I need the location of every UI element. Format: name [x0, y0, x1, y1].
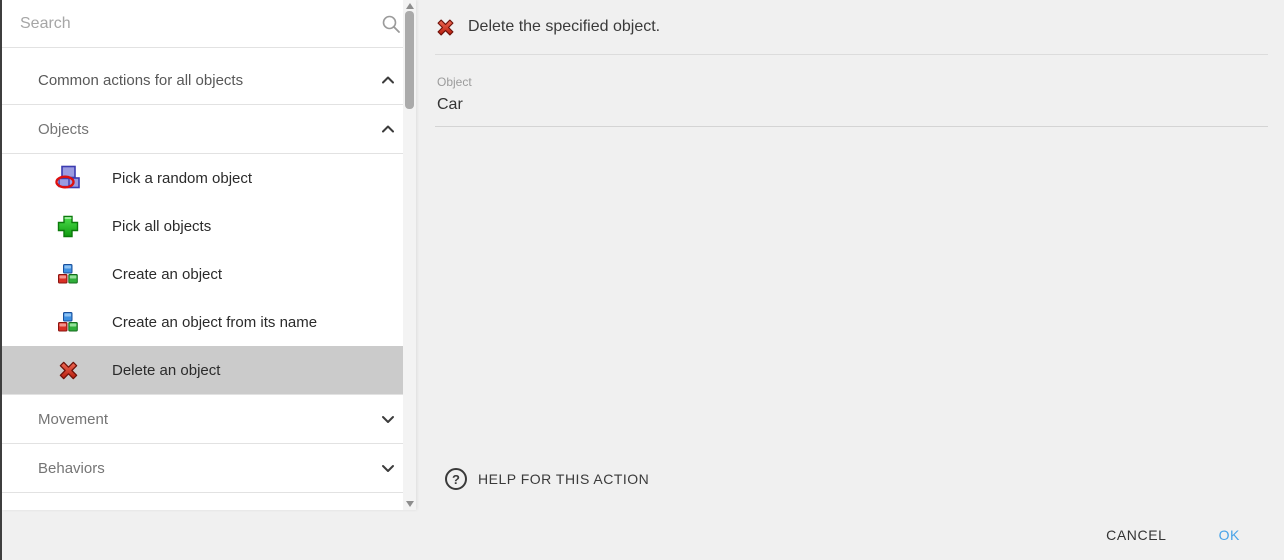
scrollbar-down-arrow-icon[interactable] — [406, 501, 414, 507]
create-object-cubes-icon — [55, 261, 81, 287]
chevron-down-icon[interactable] — [376, 505, 400, 510]
scrollbar-up-arrow-icon[interactable] — [406, 3, 414, 9]
help-button-label: HELP FOR THIS ACTION — [478, 471, 649, 487]
action-item-label: Delete an object — [112, 362, 220, 379]
create-object-cubes-icon — [55, 309, 81, 335]
action-item-delete-object[interactable]: Delete an object — [2, 346, 416, 394]
pick-random-object-icon — [55, 165, 81, 191]
section-label: Visibility — [38, 509, 376, 511]
section-label: Behaviors — [38, 460, 376, 477]
object-field-value[interactable]: Car — [435, 89, 1268, 127]
section-common-actions[interactable]: Common actions for all objects — [2, 56, 416, 104]
green-plus-icon — [55, 213, 81, 239]
delete-red-cross-icon — [55, 357, 81, 383]
chevron-down-icon[interactable] — [376, 456, 400, 480]
action-item-create-object-from-name[interactable]: Create an object from its name — [2, 298, 416, 346]
search-input[interactable] — [20, 15, 380, 33]
ok-button[interactable]: OK — [1203, 517, 1256, 553]
action-item-label: Pick all objects — [112, 218, 211, 235]
help-for-action-button[interactable]: ? HELP FOR THIS ACTION — [429, 461, 665, 497]
section-behaviors[interactable]: Behaviors — [2, 444, 416, 492]
section-label: Objects — [38, 121, 376, 138]
section-label: Movement — [38, 411, 376, 428]
action-item-create-object[interactable]: Create an object — [2, 250, 416, 298]
delete-red-cross-icon — [435, 17, 456, 38]
action-item-pick-all-objects[interactable]: Pick all objects — [2, 202, 416, 250]
dialog-footer: CANCEL OK — [2, 510, 1284, 560]
section-objects[interactable]: Objects — [2, 105, 416, 153]
scrollbar-thumb[interactable] — [405, 11, 414, 109]
actions-sidebar: Common actions for all objects Objects — [2, 0, 416, 510]
section-visibility[interactable]: Visibility — [2, 493, 416, 510]
action-item-label: Create an object from its name — [112, 314, 317, 331]
action-header: Delete the specified object. — [435, 0, 1268, 55]
action-detail-panel: Delete the specified object. Object Car … — [416, 0, 1284, 510]
object-field: Object Car — [435, 75, 1268, 127]
search-icon — [380, 13, 402, 35]
action-title: Delete the specified object. — [468, 18, 660, 36]
section-label: Common actions for all objects — [38, 72, 376, 89]
chevron-up-icon[interactable] — [376, 68, 400, 92]
search-bar — [2, 0, 416, 48]
action-item-label: Create an object — [112, 266, 222, 283]
section-movement[interactable]: Movement — [2, 395, 416, 443]
sidebar-scrollbar[interactable] — [403, 0, 416, 510]
action-item-pick-random-object[interactable]: Pick a random object — [2, 154, 416, 202]
object-field-label: Object — [437, 75, 1268, 89]
cancel-button[interactable]: CANCEL — [1090, 517, 1182, 553]
window-edge — [0, 0, 2, 560]
actions-list: Common actions for all objects Objects — [2, 48, 416, 510]
chevron-down-icon[interactable] — [376, 407, 400, 431]
help-question-icon: ? — [445, 468, 467, 490]
chevron-up-icon[interactable] — [376, 117, 400, 141]
action-item-label: Pick a random object — [112, 170, 252, 187]
